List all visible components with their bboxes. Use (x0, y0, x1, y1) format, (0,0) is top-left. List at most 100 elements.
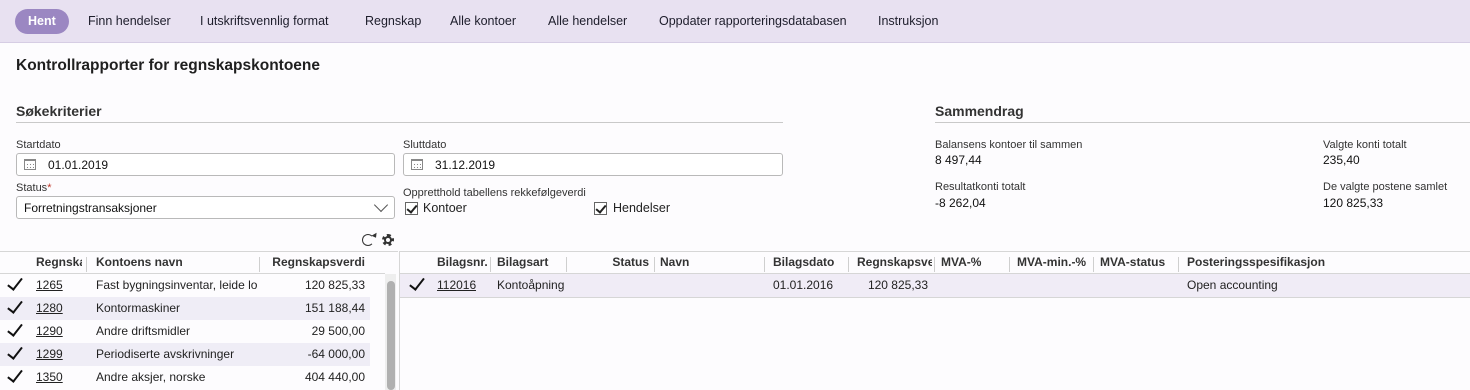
table-row[interactable]: 1350 Andre aksjer, norske 404 440,00 (0, 366, 370, 389)
accounts-table-top-border (0, 251, 398, 252)
account-number-header[interactable]: Regnska (36, 255, 82, 269)
instructions-button[interactable]: Instruksjon (878, 9, 938, 34)
balance-total-label: Balansens kontoer til sammen (935, 139, 1083, 151)
fetch-button[interactable]: Hent (15, 9, 69, 34)
column-divider[interactable] (490, 257, 491, 272)
start-date-value: 01.01.2019 (48, 158, 109, 172)
account-name: Andre driftsmidler (96, 324, 191, 338)
events-checkbox-label[interactable]: Hendelser (613, 201, 670, 215)
column-divider[interactable] (86, 257, 87, 272)
column-divider[interactable] (654, 257, 655, 272)
toolbar: Hent Finn hendelser I utskriftsvennlig f… (0, 0, 1470, 43)
voucher-number-link[interactable]: 112016 (437, 278, 476, 292)
table-row[interactable]: 1280 Kontormaskiner 151 188,44 (0, 297, 370, 320)
name-header[interactable]: Navn (660, 255, 760, 269)
column-divider[interactable] (1093, 257, 1094, 272)
gear-icon[interactable] (381, 233, 395, 247)
selected-entries-total-value: 120 825,33 (1323, 196, 1384, 210)
column-divider[interactable] (848, 257, 849, 272)
end-date-field[interactable]: 31.12.2019 (403, 153, 783, 176)
status-label-text: Status (16, 182, 48, 194)
table-row[interactable]: 1299 Periodiserte avskrivninger -64 000,… (0, 343, 370, 366)
keep-order-label: Oppretthold tabellens rekkefølgeverdi (403, 187, 586, 199)
account-number-link[interactable]: 1265 (36, 278, 63, 292)
account-number-link[interactable]: 1350 (36, 370, 63, 384)
column-divider[interactable] (1178, 257, 1179, 272)
voucher-date-header[interactable]: Bilagsdato (773, 255, 843, 269)
row-border (400, 297, 1470, 298)
voucher-type: Kontoåpning (497, 278, 565, 292)
voucher-value: 120 825,33 (867, 278, 928, 292)
balance-total-value: 8 497,44 (935, 153, 982, 167)
events-table-top-border (400, 251, 1470, 252)
row-checkbox[interactable] (6, 345, 22, 361)
accounting-value-header[interactable]: Regnskapsve (857, 255, 932, 269)
account-value-header[interactable]: Regnskapsverdi (263, 255, 365, 269)
events-checkbox[interactable] (594, 202, 607, 215)
account-name-header[interactable]: Kontoens navn (96, 255, 246, 269)
refresh-icon[interactable] (362, 234, 374, 246)
voucher-date: 01.01.2016 (773, 278, 834, 292)
result-total-value: -8 262,04 (935, 196, 986, 210)
table-row[interactable]: 112016 Kontoåpning 01.01.2016 120 825,33… (400, 274, 1470, 297)
vat-status-header[interactable]: MVA-status (1100, 255, 1172, 269)
account-value: 151 188,44 (304, 301, 365, 315)
account-value: 120 825,33 (304, 278, 365, 292)
result-total-label: Resultatkonti totalt (935, 181, 1026, 193)
chevron-down-icon (373, 197, 389, 213)
voucher-type-header[interactable]: Bilagsart (497, 255, 562, 269)
start-date-field[interactable]: 01.01.2019 (16, 153, 395, 176)
find-events-button[interactable]: Finn hendelser (88, 9, 171, 34)
calendar-icon[interactable] (411, 159, 423, 170)
status-label: Status* (16, 182, 51, 194)
accounting-button[interactable]: Regnskap (365, 9, 421, 34)
row-checkbox[interactable] (6, 322, 22, 338)
search-criteria-title: Søkekriterier (16, 103, 102, 119)
vat-min-percent-header[interactable]: MVA-min.-% (1017, 255, 1089, 269)
column-divider[interactable] (934, 257, 935, 272)
update-reporting-db-button[interactable]: Oppdater rapporteringsdatabasen (659, 9, 847, 34)
calendar-icon[interactable] (24, 159, 36, 170)
row-checkbox[interactable] (6, 299, 22, 315)
column-divider[interactable] (1009, 257, 1010, 272)
page-title: Kontrollrapporter for regnskapskontoene (16, 57, 321, 74)
summary-title: Sammendrag (935, 103, 1024, 119)
selected-entries-total-label: De valgte postene samlet (1323, 181, 1448, 193)
selected-accounts-total-label: Valgte konti totalt (1323, 139, 1407, 151)
posting-spec-header[interactable]: Posteringsspesifikasjon (1187, 255, 1347, 269)
account-value: 404 440,00 (304, 370, 365, 384)
all-accounts-button[interactable]: Alle kontoer (450, 9, 516, 34)
account-name: Kontormaskiner (96, 301, 181, 315)
account-number-link[interactable]: 1299 (36, 347, 63, 361)
printable-format-button[interactable]: I utskriftsvennlig format (200, 9, 329, 34)
required-mark: * (47, 182, 52, 194)
account-name: Periodiserte avskrivninger (96, 347, 235, 361)
start-date-label: Startdato (16, 139, 61, 151)
accounts-scrollbar-thumb[interactable] (387, 281, 395, 390)
row-checkbox[interactable] (6, 368, 22, 384)
status-select-value: Forretningstransaksjoner (24, 201, 157, 215)
account-number-link[interactable]: 1290 (36, 324, 63, 338)
column-divider[interactable] (566, 257, 567, 272)
table-row[interactable]: 1290 Andre driftsmidler 29 500,00 (0, 320, 370, 343)
voucher-number-header[interactable]: Bilagsnr. (437, 255, 487, 269)
row-checkbox[interactable] (6, 276, 22, 292)
row-checkbox[interactable] (408, 276, 424, 292)
status-header[interactable]: Status (570, 255, 649, 269)
column-divider[interactable] (259, 257, 260, 272)
column-divider[interactable] (764, 257, 765, 272)
account-number-link[interactable]: 1280 (36, 301, 63, 315)
status-select[interactable]: Forretningstransaksjoner (16, 196, 395, 219)
account-name: Andre aksjer, norske (96, 370, 206, 384)
end-date-label: Sluttdato (403, 139, 447, 151)
vat-percent-header[interactable]: MVA-% (941, 255, 1001, 269)
table-row[interactable]: 1265 Fast bygningsinventar, leide lo 120… (0, 274, 370, 297)
accounts-checkbox-label[interactable]: Kontoer (423, 201, 467, 215)
all-events-button[interactable]: Alle hendelser (548, 9, 627, 34)
accounts-checkbox[interactable] (405, 202, 418, 215)
account-value: -64 000,00 (307, 347, 365, 361)
posting-spec: Open accounting (1187, 278, 1278, 292)
account-name: Fast bygningsinventar, leide lo (96, 278, 258, 292)
tables-divider (399, 251, 400, 390)
selected-accounts-total-value: 235,40 (1323, 153, 1360, 167)
